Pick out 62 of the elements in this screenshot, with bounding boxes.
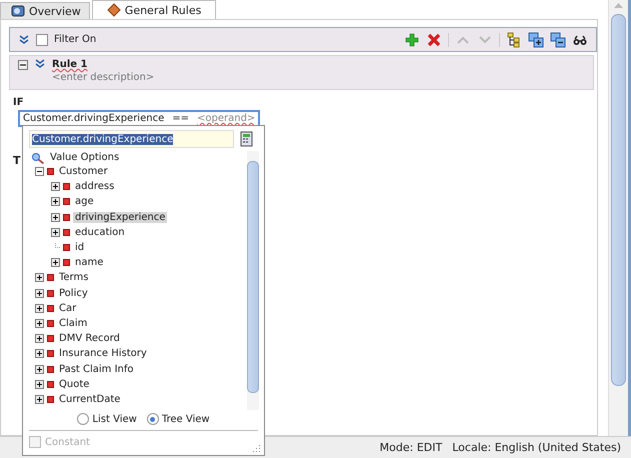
expand-icon[interactable] <box>51 258 60 268</box>
tab[interactable]: Overview <box>0 2 90 19</box>
expand-icon[interactable] <box>35 318 44 328</box>
tree-icon[interactable] <box>506 32 522 48</box>
rule-title: Rule 1 <box>52 59 88 70</box>
tree-item[interactable]: Past Claim Info <box>57 364 136 375</box>
tree-item[interactable]: CurrentDate <box>57 394 122 405</box>
search-icon <box>31 152 45 164</box>
tree-item[interactable]: age <box>73 196 96 208</box>
tree-item[interactable]: address <box>73 181 116 192</box>
tree-item[interactable]: drivingExperience <box>73 212 168 223</box>
tree-item[interactable]: DMV Record <box>57 333 122 344</box>
expand-icon[interactable] <box>35 380 44 389</box>
mode-status: Mode: EDIT <box>380 441 442 454</box>
value-input[interactable]: Customer.drivingExperience <box>29 130 234 148</box>
field-icon <box>47 168 54 176</box>
view-radio[interactable]: Tree View <box>146 413 210 425</box>
expand-icon[interactable] <box>35 288 44 298</box>
tree-item[interactable]: Terms <box>57 272 90 284</box>
add-icon[interactable] <box>404 32 420 48</box>
tree-item[interactable]: Insurance History <box>57 348 149 360</box>
locale-status: Locale: English (United States) <box>452 441 621 454</box>
expand-icon[interactable] <box>35 273 44 282</box>
expand-icon[interactable] <box>35 349 44 358</box>
expand-icon[interactable] <box>51 228 60 237</box>
value-options-heading: Value Options <box>50 152 120 163</box>
collapse-all-icon[interactable] <box>550 32 566 48</box>
resize-grip-icon[interactable] <box>253 444 261 452</box>
rule-description[interactable]: <enter description> <box>52 72 154 83</box>
tree-item[interactable]: id <box>73 242 86 254</box>
collapse-icon[interactable] <box>35 167 44 176</box>
delete-icon[interactable] <box>426 32 442 48</box>
tree-item[interactable]: Quote <box>57 378 92 390</box>
constant-label: Constant <box>45 436 90 448</box>
filter-checkbox[interactable] <box>36 34 48 46</box>
expand-icon[interactable] <box>35 364 44 374</box>
tree-item[interactable]: name <box>73 257 106 268</box>
filter-label: Filter On <box>54 34 96 45</box>
overview-icon <box>11 4 25 18</box>
tree-item[interactable]: Claim <box>57 318 90 329</box>
tree-item[interactable]: Car <box>57 302 78 314</box>
tab[interactable]: General Rules <box>92 0 216 19</box>
tree-item[interactable]: Customer <box>57 166 110 178</box>
expand-icon[interactable] <box>51 212 60 222</box>
scrollbar[interactable] <box>247 151 259 410</box>
tree-item[interactable]: Policy <box>57 288 90 299</box>
expand-icon[interactable] <box>51 182 60 192</box>
if-label: IF <box>13 97 25 108</box>
expand-icon[interactable] <box>35 394 44 404</box>
expand-icon[interactable] <box>51 197 60 206</box>
field-icon <box>47 274 54 282</box>
expand-all-icon[interactable] <box>528 32 544 48</box>
collapse-icon[interactable] <box>18 60 28 70</box>
chevron-icon[interactable] <box>34 59 46 69</box>
expand-icon[interactable] <box>35 334 44 344</box>
collapse-chevron-icon[interactable] <box>18 34 30 44</box>
expand-icon[interactable] <box>35 304 44 313</box>
scrollbar[interactable] <box>608 0 631 436</box>
diamond-icon <box>106 3 121 17</box>
then-label: T <box>13 154 21 167</box>
tree-item[interactable]: education <box>73 226 127 238</box>
view-radio[interactable]: List View <box>77 413 137 425</box>
